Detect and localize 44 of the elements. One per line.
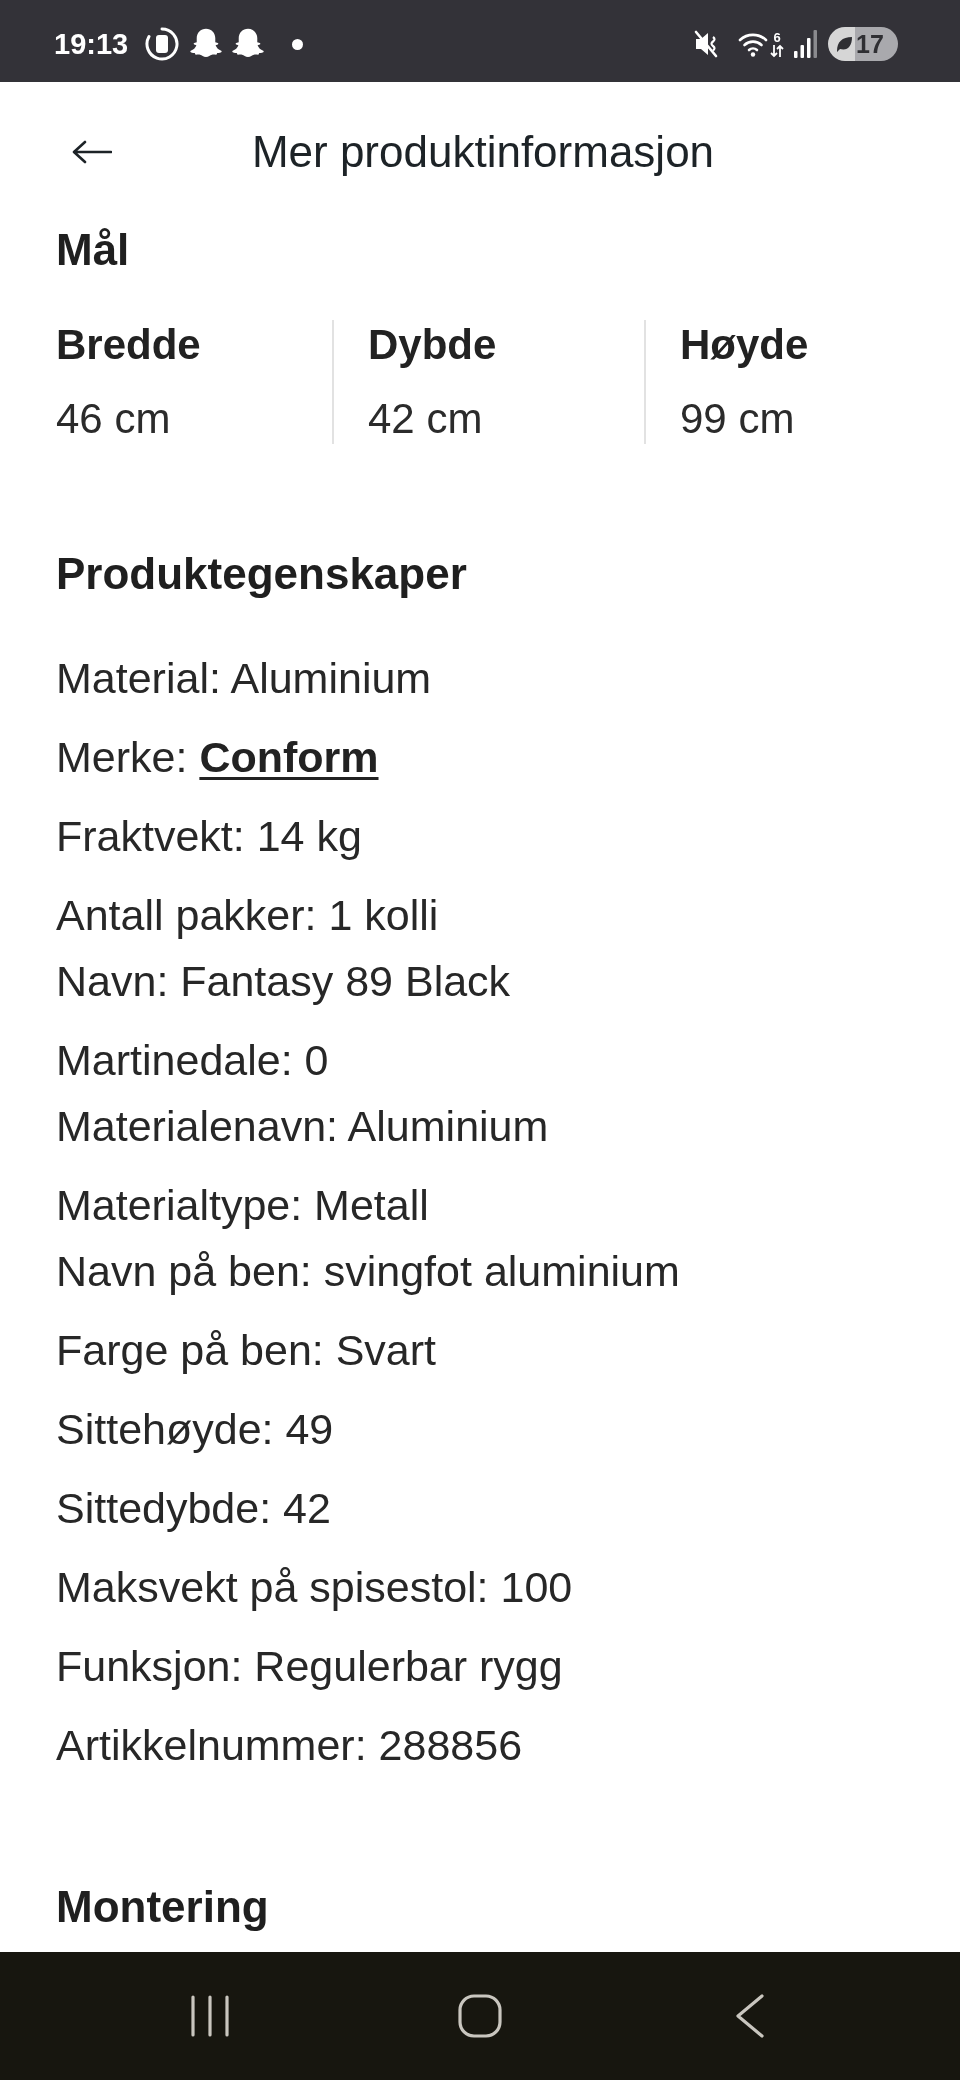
recent-apps-icon [191, 1995, 229, 2037]
dimension-label: Bredde [56, 320, 202, 370]
property-line: Martinedale: 0 [56, 1035, 330, 1086]
dimension-value: 42 cm [368, 394, 484, 444]
page-title: Mer produktinformasjon [251, 126, 715, 178]
section-heading: Montering [56, 1881, 270, 1933]
property-line: Merke: Conform [56, 732, 380, 783]
property-line: Maksvekt på spisestol: 100 [56, 1562, 574, 1613]
property-line: Artikkelnummer: 288856 [56, 1720, 524, 1771]
home-icon [458, 1994, 502, 2038]
chevron-left-icon [736, 1994, 764, 2038]
wifi-label: 6 [773, 30, 781, 44]
dimension-value: 99 cm [680, 394, 796, 444]
property-line: Material: Aluminium [56, 653, 433, 704]
ghost-icon [190, 28, 223, 60]
recent-apps-button[interactable] [191, 1995, 229, 2037]
property-line: Sittehøyde: 49 [56, 1404, 335, 1455]
property-line: Farge på ben: Svart [56, 1325, 438, 1376]
battery-level-text: 17 [856, 29, 884, 59]
signal-icon [794, 30, 818, 58]
property-line: Navn: Fantasy 89 Black [56, 956, 512, 1007]
leaf-icon [834, 34, 854, 54]
property-line: Sittedybde: 42 [56, 1483, 332, 1534]
property-line: Materialenavn: Aluminium [56, 1101, 550, 1152]
dimension-label: Dybde [368, 320, 498, 370]
phone-circle-icon [144, 26, 181, 62]
section-heading: Produktegenskaper [56, 548, 468, 600]
brand-link[interactable]: Conform [199, 733, 379, 781]
dot-icon [292, 38, 304, 50]
ghost-icon [232, 28, 265, 60]
home-button[interactable] [458, 1994, 502, 2038]
back-nav-button[interactable] [736, 1994, 764, 2038]
section-heading: Mål [56, 224, 131, 276]
property-line: Materialtype: Metall [56, 1180, 430, 1231]
data-arrows-icon [770, 43, 784, 58]
dimension-label: Høyde [680, 320, 810, 370]
back-arrow-icon [72, 140, 112, 164]
wifi-icon [738, 31, 768, 57]
property-line: Navn på ben: svingfot aluminium [56, 1246, 681, 1297]
property-line: Fraktvekt: 14 kg [56, 811, 363, 862]
property-line: Funksjon: Regulerbar rygg [56, 1641, 564, 1692]
status-time: 19:13 [54, 27, 129, 61]
property-line: Antall pakker: 1 kolli [56, 890, 440, 941]
dimension-value: 46 cm [56, 394, 172, 444]
